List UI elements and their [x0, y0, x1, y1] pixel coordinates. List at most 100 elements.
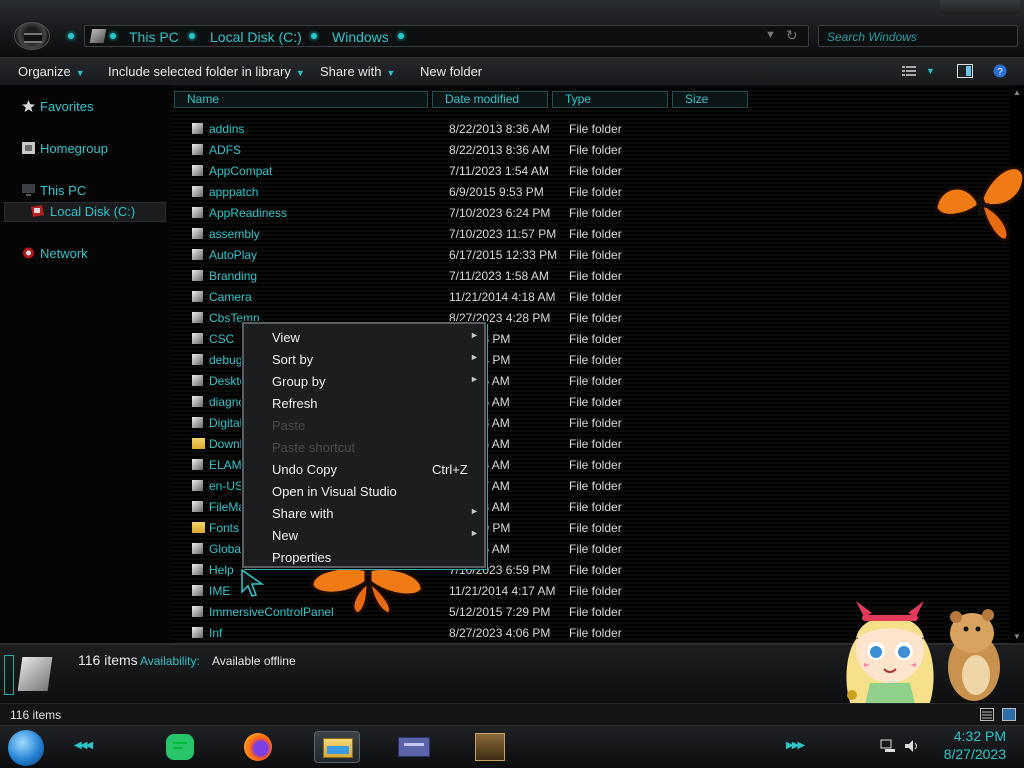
preview-pane-icon[interactable] [957, 64, 973, 78]
control-panel-icon[interactable] [394, 731, 434, 763]
column-header-type[interactable]: Type [552, 91, 668, 108]
file-name[interactable]: CSC [209, 332, 234, 346]
folder-icon [192, 543, 203, 554]
file-name[interactable]: apppatch [209, 185, 258, 199]
folder-icon [192, 207, 203, 218]
nav-local-disk[interactable]: Local Disk (C:) [50, 204, 135, 219]
file-name[interactable]: AppCompat [209, 164, 272, 178]
column-header-date[interactable]: Date modified [432, 91, 548, 108]
view-dropdown-icon[interactable]: ▼ [926, 66, 935, 76]
table-row[interactable]: AutoPlay 6/17/2015 12:33 PM File folder [170, 244, 1010, 265]
context-menu-item[interactable]: Properties [244, 546, 484, 568]
large-icons-view-icon[interactable] [1002, 708, 1016, 721]
context-menu-item[interactable]: Share with ► [244, 502, 484, 524]
clock-time[interactable]: 4:32 PM [940, 728, 1006, 744]
file-explorer-icon[interactable] [314, 731, 360, 763]
notes-app-icon[interactable] [162, 731, 198, 763]
file-type: File folder [569, 353, 622, 367]
back-forward-icon[interactable] [14, 22, 50, 50]
file-name[interactable]: assembly [209, 227, 260, 241]
share-with-button[interactable]: Share with ▼ [320, 64, 395, 79]
file-type: File folder [569, 605, 622, 619]
volume-icon[interactable] [904, 739, 920, 753]
box-game-icon[interactable] [472, 731, 508, 763]
refresh-icon[interactable]: ↻ [786, 27, 798, 44]
context-menu: View ► Sort by ► Group by ► Refresh Paste Paste … [242, 322, 486, 568]
help-icon[interactable]: ? [993, 64, 1007, 78]
file-name[interactable]: ADFS [209, 143, 241, 157]
include-in-library-button[interactable]: Include selected folder in library ▼ [108, 64, 305, 79]
breadcrumb-local-disk[interactable]: Local Disk (C:) [210, 29, 302, 45]
nav-this-pc[interactable]: This PC [40, 183, 86, 198]
column-header-name[interactable]: Name [174, 91, 428, 108]
nav-homegroup[interactable]: Homegroup [40, 141, 108, 156]
file-name[interactable]: Inf [209, 626, 222, 640]
context-menu-item[interactable]: Sort by ► [244, 348, 484, 370]
table-row[interactable]: addins 8/22/2013 8:36 AM File folder [170, 118, 1010, 139]
file-name[interactable]: Deskto [209, 374, 246, 388]
context-menu-item[interactable]: View ► [244, 326, 484, 348]
context-menu-item[interactable]: Group by ► [244, 370, 484, 392]
file-date: 11/21/2014 4:17 AM [449, 584, 556, 598]
file-name[interactable]: Camera [209, 290, 252, 304]
file-name[interactable]: en-US [209, 479, 243, 493]
file-name[interactable]: AppReadiness [209, 206, 287, 220]
file-type: File folder [569, 521, 622, 535]
file-date: 8/22/2013 8:36 AM [449, 122, 550, 136]
file-name[interactable]: addins [209, 122, 244, 136]
file-name[interactable]: debug [209, 353, 242, 367]
table-row[interactable]: ADFS 8/22/2013 8:36 AM File folder [170, 139, 1010, 160]
clock-date[interactable]: 8/27/2023 [936, 746, 1006, 762]
start-button[interactable] [8, 730, 44, 766]
table-row[interactable]: AppCompat 7/11/2023 1:54 AM File folder [170, 160, 1010, 181]
file-name[interactable]: Help [209, 563, 234, 577]
organize-button[interactable]: Organize ▼ [18, 64, 85, 79]
file-name[interactable]: ELAM [209, 458, 242, 472]
file-name[interactable]: Fonts [209, 521, 239, 535]
menu-item-label: Open in Visual Studio [272, 484, 397, 499]
table-row[interactable]: AppReadiness 7/10/2023 6:24 PM File folder [170, 202, 1010, 223]
file-date: 8/22/2013 8:36 AM [449, 143, 550, 157]
menu-item-label: Share with [272, 506, 334, 521]
file-name[interactable]: Digital [209, 416, 242, 430]
view-options-icon[interactable] [902, 65, 916, 77]
context-menu-item[interactable]: New ► [244, 524, 484, 546]
context-menu-item[interactable]: Open in Visual Studio [244, 480, 484, 502]
folder-icon [192, 564, 203, 575]
file-type: File folder [569, 185, 622, 199]
folder-icon [192, 312, 203, 323]
file-type: File folder [569, 164, 622, 178]
table-row[interactable]: IME 11/21/2014 4:17 AM File folder [170, 580, 1010, 601]
new-folder-button[interactable]: New folder [420, 64, 482, 79]
breadcrumb-this-pc[interactable]: This PC [129, 29, 179, 45]
file-name[interactable]: IME [209, 584, 230, 598]
file-name[interactable]: FileMa [209, 500, 245, 514]
file-name[interactable]: diagno [209, 395, 245, 409]
column-header-size[interactable]: Size [672, 91, 748, 108]
address-bar[interactable]: This PC Local Disk (C:) Windows [84, 25, 809, 47]
table-row[interactable]: assembly 7/10/2023 11:57 PM File folder [170, 223, 1010, 244]
nav-favorites[interactable]: Favorites [40, 99, 93, 114]
file-type: File folder [569, 122, 622, 136]
nav-network[interactable]: Network [40, 246, 88, 261]
details-view-icon[interactable] [980, 708, 994, 721]
folder-icon [192, 606, 203, 617]
breadcrumb-windows[interactable]: Windows [332, 29, 389, 45]
address-dropdown-icon[interactable]: ▼ [765, 29, 776, 41]
file-name[interactable]: Downl [209, 437, 242, 451]
scroll-down-icon[interactable]: ▼ [1013, 632, 1021, 641]
network-tray-icon[interactable] [880, 739, 896, 753]
table-row[interactable]: Branding 7/11/2023 1:58 AM File folder [170, 265, 1010, 286]
file-name[interactable]: AutoPlay [209, 248, 257, 262]
context-menu-item[interactable]: Refresh [244, 392, 484, 414]
window-controls-notch[interactable] [940, 0, 1020, 14]
context-menu-item[interactable]: Undo Copy Ctrl+Z [244, 458, 484, 480]
this-pc-icon [22, 184, 35, 196]
file-name[interactable]: Branding [209, 269, 257, 283]
table-row[interactable]: Camera 11/21/2014 4:18 AM File folder [170, 286, 1010, 307]
table-row[interactable]: apppatch 6/9/2015 9:53 PM File folder [170, 181, 1010, 202]
scroll-up-icon[interactable]: ▲ [1013, 88, 1021, 97]
firefox-icon[interactable] [240, 731, 276, 763]
search-input[interactable]: Search Windows [818, 25, 1018, 47]
file-name[interactable]: Global [209, 542, 244, 556]
